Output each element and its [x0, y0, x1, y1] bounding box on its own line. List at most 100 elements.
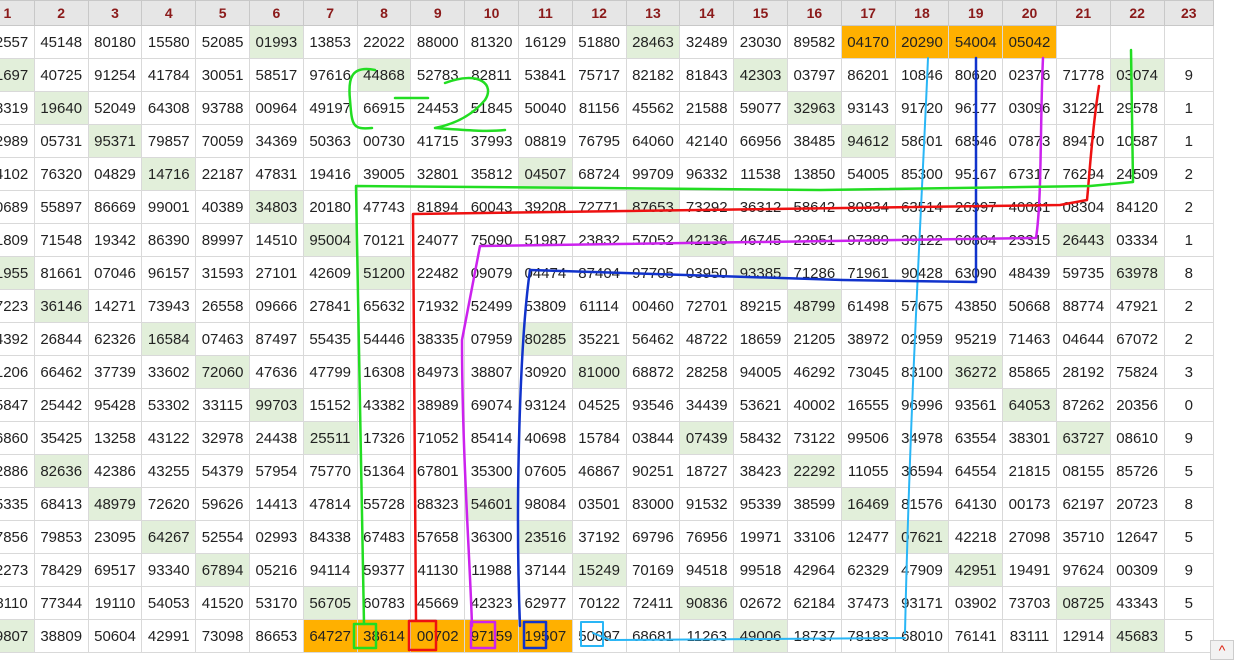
- grid-cell[interactable]: 69796: [625, 520, 681, 554]
- grid-cell[interactable]: [1109, 25, 1165, 59]
- grid-cell[interactable]: 07605: [517, 454, 573, 488]
- grid-cell[interactable]: 87404: [571, 256, 627, 290]
- grid-cell[interactable]: 35221: [571, 322, 627, 356]
- grid-cell[interactable]: 59077: [733, 91, 788, 125]
- grid-cell[interactable]: 09079: [464, 256, 519, 290]
- grid-cell[interactable]: 10587: [1109, 124, 1165, 158]
- grid-cell[interactable]: 36272: [948, 355, 1004, 389]
- grid-cell[interactable]: 71961: [840, 256, 896, 290]
- grid-cell[interactable]: 37993: [464, 124, 519, 158]
- grid-cell[interactable]: 81894: [410, 190, 466, 224]
- grid-cell[interactable]: 64053: [1002, 388, 1057, 422]
- grid-cell[interactable]: 86669: [87, 190, 143, 224]
- grid-cell[interactable]: 20723: [1109, 487, 1165, 521]
- grid-cell[interactable]: 58517: [248, 58, 304, 92]
- grid-cell[interactable]: 60804: [948, 223, 1004, 257]
- grid-cell[interactable]: 54005: [840, 157, 896, 191]
- grid-cell[interactable]: 26860: [0, 421, 35, 455]
- grid-cell[interactable]: 36594: [894, 454, 950, 488]
- grid-cell[interactable]: 92273: [0, 553, 35, 587]
- grid-cell[interactable]: 73703: [1002, 586, 1057, 620]
- grid-cell[interactable]: 32489: [679, 25, 735, 59]
- grid-cell[interactable]: 38301: [1002, 421, 1057, 455]
- grid-cell[interactable]: 43343: [1109, 586, 1165, 620]
- grid-cell[interactable]: 72771: [571, 190, 627, 224]
- grid-cell[interactable]: 19342: [87, 223, 143, 257]
- grid-cell[interactable]: 72620: [141, 487, 197, 521]
- grid-cell[interactable]: 13850: [786, 157, 842, 191]
- grid-cell[interactable]: 11538: [733, 157, 788, 191]
- grid-cell[interactable]: 47814: [302, 487, 358, 521]
- grid-cell[interactable]: 11988: [464, 553, 519, 587]
- grid-cell[interactable]: 16584: [141, 322, 197, 356]
- grid-cell[interactable]: 75717: [571, 58, 627, 92]
- grid-cell[interactable]: 03074: [1109, 58, 1165, 92]
- grid-cell[interactable]: 38110: [0, 586, 35, 620]
- grid-cell[interactable]: 46867: [571, 454, 627, 488]
- grid-cell[interactable]: 35847: [0, 388, 35, 422]
- grid-cell[interactable]: 03902: [948, 586, 1004, 620]
- grid-cell[interactable]: 96996: [894, 388, 950, 422]
- grid-cell[interactable]: 35812: [464, 157, 519, 191]
- grid-cell[interactable]: 20180: [302, 190, 358, 224]
- grid-cell[interactable]: 04644: [1055, 322, 1111, 356]
- grid-cell[interactable]: 66462: [33, 355, 89, 389]
- grid-cell[interactable]: 97616: [302, 58, 358, 92]
- grid-cell[interactable]: 81576: [894, 487, 950, 521]
- grid-cell[interactable]: 8: [1163, 256, 1215, 290]
- grid-cell[interactable]: 04507: [517, 157, 573, 191]
- grid-cell[interactable]: 61809: [0, 223, 35, 257]
- grid-cell[interactable]: 65632: [356, 289, 412, 323]
- grid-cell[interactable]: 03950: [679, 256, 735, 290]
- grid-cell[interactable]: 67801: [410, 454, 466, 488]
- grid-cell[interactable]: 79853: [33, 520, 89, 554]
- grid-cell[interactable]: 96157: [141, 256, 197, 290]
- grid-cell[interactable]: 59735: [1055, 256, 1111, 290]
- grid-cell[interactable]: 78429: [33, 553, 89, 587]
- grid-cell[interactable]: 83111: [1002, 619, 1057, 653]
- grid-cell[interactable]: 99703: [248, 388, 304, 422]
- grid-cell[interactable]: 56462: [625, 322, 681, 356]
- grid-cell[interactable]: 36300: [464, 520, 519, 554]
- grid-cell[interactable]: 35710: [1055, 520, 1111, 554]
- grid-cell[interactable]: 38599: [786, 487, 842, 521]
- grid-cell[interactable]: 54053: [141, 586, 197, 620]
- grid-cell[interactable]: 64554: [948, 454, 1004, 488]
- grid-cell[interactable]: 19491: [1002, 553, 1057, 587]
- grid-cell[interactable]: 15784: [571, 421, 627, 455]
- grid-cell[interactable]: 85414: [464, 421, 519, 455]
- grid-cell[interactable]: 37144: [517, 553, 573, 587]
- grid-cell[interactable]: 71052: [410, 421, 466, 455]
- grid-cell[interactable]: 70121: [356, 223, 412, 257]
- grid-cell[interactable]: 05042: [1002, 25, 1057, 59]
- grid-cell[interactable]: 71286: [786, 256, 842, 290]
- grid-cell[interactable]: 08304: [1055, 190, 1111, 224]
- grid-cell[interactable]: 50040: [517, 91, 573, 125]
- grid-cell[interactable]: 08155: [1055, 454, 1111, 488]
- grid-cell[interactable]: 14413: [248, 487, 304, 521]
- grid-cell[interactable]: 16469: [840, 487, 896, 521]
- grid-cell[interactable]: 19640: [33, 91, 89, 125]
- grid-cell[interactable]: 95339: [733, 487, 788, 521]
- grid-cell[interactable]: 21815: [1002, 454, 1057, 488]
- grid-cell[interactable]: 99518: [733, 553, 788, 587]
- grid-cell[interactable]: 94612: [840, 124, 896, 158]
- grid-cell[interactable]: 62326: [87, 322, 143, 356]
- grid-cell[interactable]: 79857: [141, 124, 197, 158]
- grid-cell[interactable]: 67894: [195, 553, 250, 587]
- grid-cell[interactable]: 47636: [248, 355, 304, 389]
- grid-cell[interactable]: 67483: [356, 520, 412, 554]
- grid-cell[interactable]: 19971: [733, 520, 788, 554]
- grid-cell[interactable]: 08725: [1055, 586, 1111, 620]
- grid-cell[interactable]: 84338: [302, 520, 358, 554]
- grid-cell[interactable]: 19507: [517, 619, 573, 653]
- grid-cell[interactable]: 98084: [517, 487, 573, 521]
- grid-cell[interactable]: 17223: [0, 289, 35, 323]
- grid-cell[interactable]: 30920: [517, 355, 573, 389]
- grid-cell[interactable]: 39208: [517, 190, 573, 224]
- grid-cell[interactable]: 9: [1163, 58, 1215, 92]
- grid-cell[interactable]: 94518: [679, 553, 735, 587]
- grid-cell[interactable]: 45669: [410, 586, 466, 620]
- grid-cell[interactable]: 63090: [948, 256, 1004, 290]
- grid-cell[interactable]: 38972: [840, 322, 896, 356]
